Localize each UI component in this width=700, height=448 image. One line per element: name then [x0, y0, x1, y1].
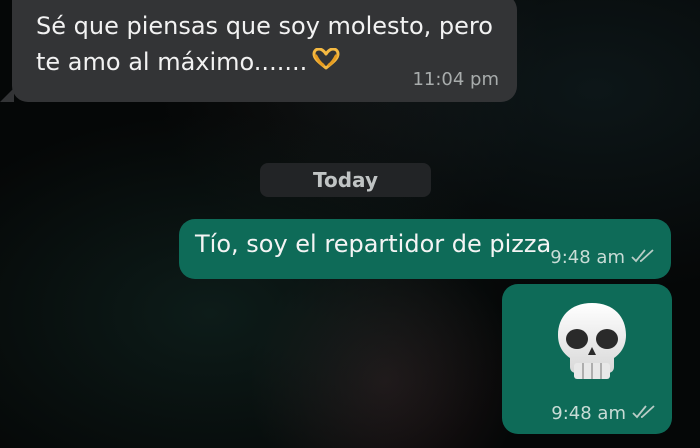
- incoming-message-body: Sé que piensas que soy molesto, pero te …: [36, 12, 493, 76]
- date-separator: Today: [260, 163, 431, 197]
- double-check-icon: [631, 247, 655, 268]
- outgoing-emoji-bubble[interactable]: 9:48 am: [502, 284, 672, 434]
- skull-icon: [554, 301, 630, 383]
- outgoing-message-bubble[interactable]: Tío, soy el repartidor de pizza 9:48 am: [179, 219, 671, 279]
- heart-hands-icon: [311, 46, 341, 82]
- bubble-tail: [0, 88, 14, 102]
- incoming-message-bubble[interactable]: Sé que piensas que soy molesto, pero te …: [0, 0, 517, 102]
- outgoing-message-text: Tío, soy el repartidor de pizza: [195, 230, 552, 258]
- double-check-icon: [632, 403, 656, 424]
- outgoing-message-time: 9:48 am: [550, 247, 625, 268]
- outgoing-emoji-time: 9:48 am: [551, 403, 626, 424]
- outgoing-message-meta: 9:48 am: [550, 247, 655, 268]
- incoming-message-time: 11:04 pm: [412, 69, 499, 90]
- outgoing-emoji-meta: 9:48 am: [551, 403, 656, 424]
